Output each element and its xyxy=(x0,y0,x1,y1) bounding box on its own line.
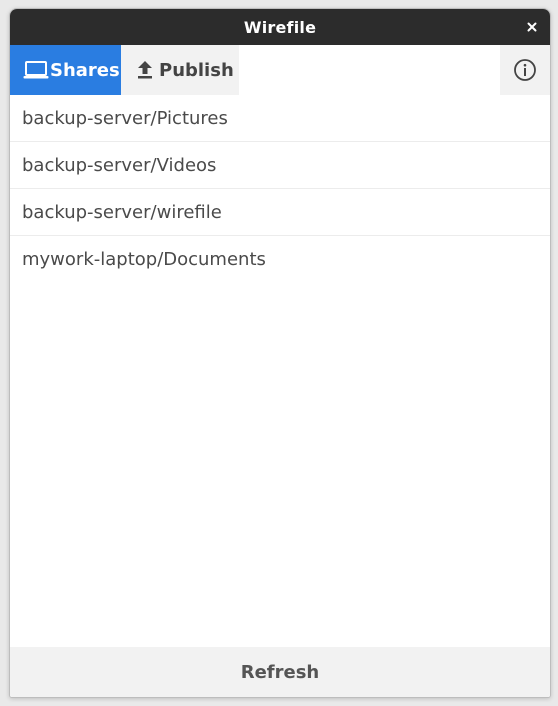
tab-shares[interactable]: Shares xyxy=(10,45,121,95)
list-item[interactable]: backup-server/Pictures xyxy=(10,95,550,142)
tab-publish[interactable]: Publish xyxy=(121,45,239,95)
close-button[interactable] xyxy=(522,17,542,37)
app-window: Wirefile Shares Publish backup-server/Pi… xyxy=(9,8,551,698)
share-path: backup-server/Pictures xyxy=(22,107,228,129)
refresh-label: Refresh xyxy=(240,661,320,683)
upload-icon xyxy=(136,60,154,80)
laptop-icon xyxy=(23,60,49,80)
tab-publish-label: Publish xyxy=(159,59,234,81)
title-bar[interactable]: Wirefile xyxy=(10,9,550,45)
shares-list: backup-server/Pictures backup-server/Vid… xyxy=(10,95,550,282)
share-path: backup-server/Videos xyxy=(22,154,217,176)
info-icon xyxy=(514,59,536,81)
refresh-button[interactable]: Refresh xyxy=(10,647,550,697)
share-path: mywork-laptop/Documents xyxy=(22,248,266,270)
list-item[interactable]: backup-server/Videos xyxy=(10,142,550,189)
tab-shares-label: Shares xyxy=(50,59,120,81)
info-button[interactable] xyxy=(500,45,550,95)
list-item[interactable]: backup-server/wirefile xyxy=(10,189,550,236)
window-title: Wirefile xyxy=(243,18,317,37)
list-item[interactable]: mywork-laptop/Documents xyxy=(10,236,550,282)
close-icon xyxy=(527,22,537,32)
toolbar: Shares Publish xyxy=(10,45,550,95)
share-path: backup-server/wirefile xyxy=(22,201,222,223)
